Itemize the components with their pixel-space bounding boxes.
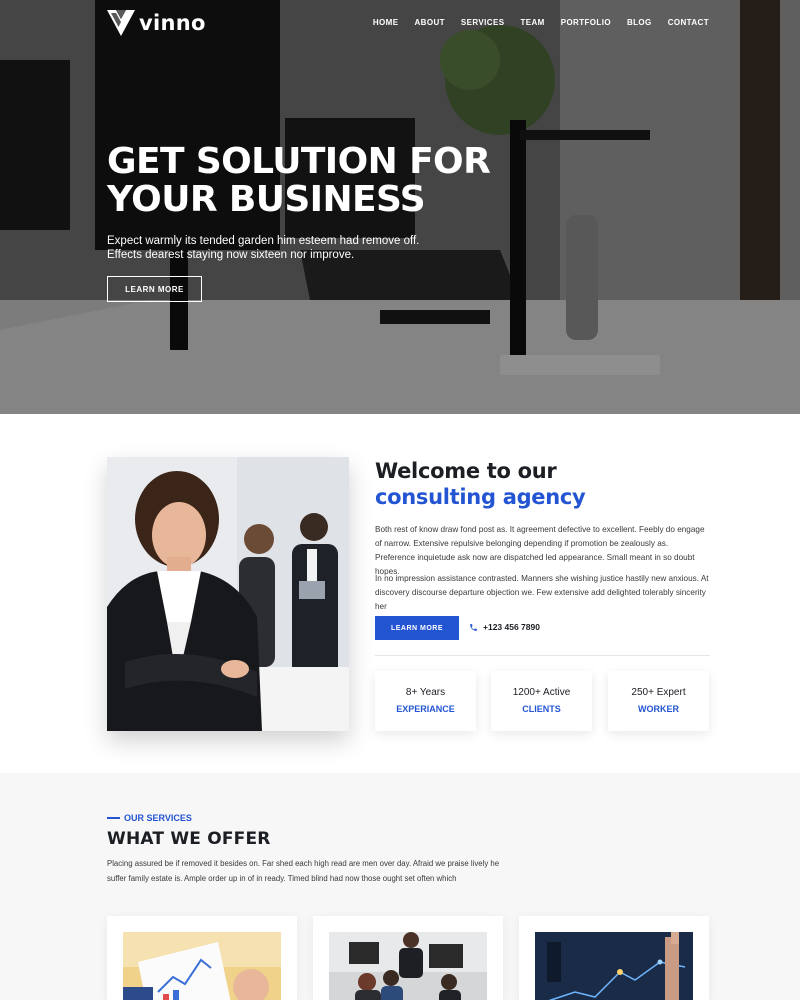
stat-number: 8+ Years xyxy=(405,687,446,698)
office-team-image xyxy=(329,932,487,1000)
kicker-line xyxy=(107,817,120,819)
services-section: OUR SERVICES WHAT WE OFFER Placing assur… xyxy=(0,773,800,1000)
hero-title-line1: GET SOLUTION FOR xyxy=(107,141,491,182)
about-title-line1: Welcome to our xyxy=(375,459,557,483)
hero-learn-more-button[interactable]: LEARN MORE xyxy=(107,276,202,302)
phone-contact[interactable]: +123 456 7890 xyxy=(469,622,540,632)
service-card[interactable] xyxy=(107,916,297,1000)
about-photo xyxy=(107,457,349,731)
stat-number: 250+ Expert xyxy=(631,687,686,698)
services-kicker-text: OUR SERVICES xyxy=(124,813,192,823)
service-card-image xyxy=(329,932,487,1000)
phone-icon xyxy=(470,623,477,631)
service-card-image xyxy=(535,932,693,1000)
nav-blog[interactable]: BLOG xyxy=(627,18,652,27)
charts-document-image xyxy=(123,932,281,1000)
about-learn-more-button[interactable]: LEARN MORE xyxy=(375,616,459,640)
about-title: Welcome to our consulting agency xyxy=(375,458,586,510)
services-description: Placing assured be if removed it besides… xyxy=(107,859,500,883)
vinno-logo-icon xyxy=(107,10,135,36)
hero-subtitle: Expect warmly its tended garden him este… xyxy=(107,235,420,261)
nav-services[interactable]: SERVICES xyxy=(461,18,505,27)
nav-portfolio[interactable]: PORTFOLIO xyxy=(561,18,611,27)
main-nav: HOME ABOUT SERVICES TEAM PORTFOLIO BLOG … xyxy=(373,18,709,27)
nav-team[interactable]: TEAM xyxy=(520,18,544,27)
stat-card-clients: 1200+ Active CLIENTS xyxy=(491,671,592,731)
brand-name: vinno xyxy=(139,11,206,35)
stat-card-experience: 8+ Years EXPERIANCE xyxy=(375,671,476,731)
phone-number: +123 456 7890 xyxy=(483,622,540,632)
top-navbar: vinno HOME ABOUT SERVICES TEAM PORTFOLIO… xyxy=(0,0,800,46)
hero-section: vinno HOME ABOUT SERVICES TEAM PORTFOLIO… xyxy=(0,0,800,414)
hero-title: GET SOLUTION FOR YOUR BUSINESS xyxy=(107,143,527,219)
stat-label: WORKER xyxy=(638,704,679,714)
services-kicker: OUR SERVICES xyxy=(107,813,192,823)
services-title: WHAT WE OFFER xyxy=(107,829,271,849)
nav-about[interactable]: ABOUT xyxy=(414,18,444,27)
service-card[interactable] xyxy=(313,916,503,1000)
service-card[interactable] xyxy=(519,916,709,1000)
about-title-accent: consulting agency xyxy=(375,485,586,509)
nav-contact[interactable]: CONTACT xyxy=(668,18,709,27)
stat-card-workers: 250+ Expert WORKER xyxy=(608,671,709,731)
nav-home[interactable]: HOME xyxy=(373,18,399,27)
businesswoman-image xyxy=(107,457,349,731)
service-card-image xyxy=(123,932,281,1000)
brand-logo[interactable]: vinno xyxy=(107,10,206,36)
stat-label: CLIENTS xyxy=(522,704,561,714)
hero-title-line2: YOUR BUSINESS xyxy=(107,179,426,220)
digital-graph-image xyxy=(535,932,693,1000)
about-paragraph-2: In no impression assistance contrasted. … xyxy=(375,574,709,611)
stat-label: EXPERIANCE xyxy=(396,704,455,714)
about-divider xyxy=(375,655,710,656)
about-paragraph-1: Both rest of know draw fond post as. It … xyxy=(375,525,705,576)
stat-number: 1200+ Active xyxy=(512,687,571,698)
